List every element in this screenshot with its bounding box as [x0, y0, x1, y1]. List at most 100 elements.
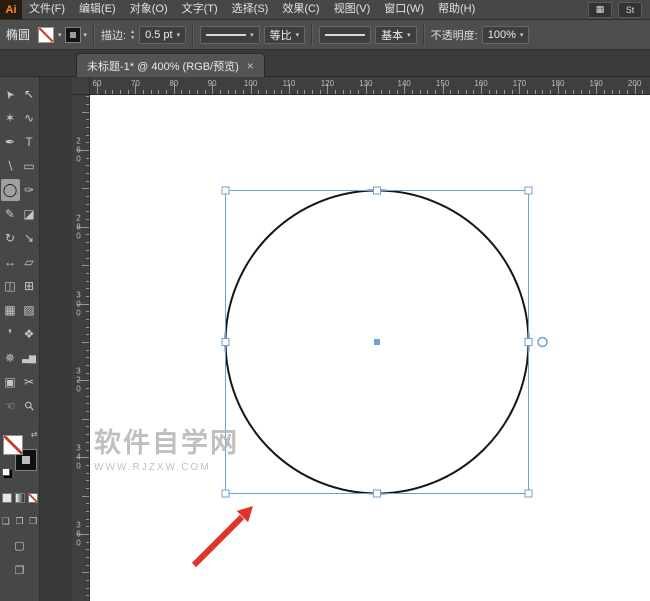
menu-edit[interactable]: 编辑(E)	[72, 0, 123, 19]
ruler-tick	[573, 90, 575, 94]
draw-normal-button[interactable]: ❏	[0, 515, 12, 527]
side-widget-circle[interactable]	[537, 336, 548, 348]
menu-view[interactable]: 视图(V)	[327, 0, 378, 19]
tool-shape-builder[interactable]: ◫	[1, 275, 20, 297]
app-logo-icon[interactable]: Ai	[0, 0, 22, 19]
ruler-tick	[427, 90, 429, 94]
tool-perspective-grid[interactable]: ⊞	[20, 275, 39, 297]
document-tab[interactable]: 未标题-1* @ 400% (RGB/预览) ×	[76, 53, 265, 77]
selection-handle[interactable]	[221, 338, 230, 346]
eyedropper-icon: ❜	[8, 327, 12, 341]
tool-hand[interactable]: ☜	[1, 395, 20, 417]
tool-artboard[interactable]: ▣	[1, 371, 20, 393]
draw-inside-button[interactable]: ❒	[27, 515, 39, 527]
tool-width[interactable]: ↔	[1, 251, 20, 273]
menu-effect[interactable]: 效果(C)	[275, 0, 326, 19]
ruler-tick	[465, 90, 467, 94]
default-fill-stroke-icon[interactable]	[1, 468, 10, 476]
menu-object[interactable]: 对象(O)	[123, 0, 175, 19]
stroke-weight-label: 描边:	[101, 29, 127, 42]
stepper-down-icon[interactable]: ▼	[130, 35, 135, 41]
tool-rotate[interactable]: ↻	[1, 227, 20, 249]
ruler-origin-corner[interactable]	[72, 77, 90, 95]
arrange-documents-icon[interactable]: ▦	[588, 1, 612, 18]
selection-handle[interactable]	[221, 489, 230, 498]
width-profile-preview	[206, 33, 247, 36]
ruler-tick	[86, 272, 89, 274]
tab-close-icon[interactable]: ×	[247, 59, 254, 73]
gradient-button[interactable]	[14, 493, 25, 503]
tool-lasso[interactable]: ∿	[20, 107, 39, 129]
selection-handle[interactable]	[524, 489, 533, 498]
width-profile-select[interactable]: ▾	[200, 25, 260, 44]
fill-swatch[interactable]	[2, 435, 23, 455]
vertical-ruler[interactable]: 260 280 300 320 340 360	[72, 95, 90, 601]
tool-line-segment[interactable]: ∖	[1, 155, 20, 177]
ruler-tick	[86, 595, 89, 597]
selection-handle[interactable]	[524, 186, 533, 195]
artboard-icon: ▣	[4, 375, 16, 389]
none-button[interactable]	[27, 493, 38, 503]
tool-magic-wand[interactable]: ✶	[1, 107, 20, 129]
ruler-tick	[86, 249, 89, 251]
selection-handle[interactable]	[524, 338, 533, 346]
stock-button[interactable]: St	[618, 1, 642, 18]
selection-handle[interactable]	[221, 186, 230, 195]
stroke-color-swatch[interactable]	[64, 26, 81, 43]
menu-type[interactable]: 文字(T)	[175, 0, 225, 19]
fill-chevron-icon[interactable]: ▾	[58, 31, 62, 39]
ruler-tick	[434, 90, 436, 94]
toolbar-extra-button[interactable]: ❐	[0, 564, 39, 577]
fill-color-swatch[interactable]	[38, 26, 55, 43]
profile-name-select[interactable]: 等比 ▾	[263, 25, 306, 44]
ruler-label: 180	[551, 79, 565, 88]
tool-pencil[interactable]: ✎	[1, 203, 20, 225]
menu-file[interactable]: 文件(F)	[22, 0, 72, 19]
tool-gradient[interactable]: ▨	[20, 299, 39, 321]
ruler-tick	[242, 90, 244, 94]
canvas[interactable]: 软件自学网 WWW.RJZXW.COM	[90, 95, 650, 601]
tool-type[interactable]: T	[20, 131, 39, 153]
ruler-tick	[158, 90, 160, 94]
brush-definition-select[interactable]: 基本 ▾	[375, 25, 417, 44]
tool-column-graph[interactable]: ▃▆	[20, 347, 39, 369]
brush-preview-select[interactable]	[319, 25, 372, 44]
color-button[interactable]	[1, 493, 12, 503]
ruler-tick	[86, 219, 89, 221]
control-bar: 椭圆 ▾ ▾ 描边: ▲ ▼ 0.5 pt ▾ ▾ 等比 ▾ 基本 ▾ 不透明度…	[0, 20, 650, 50]
tool-pen[interactable]: ✒	[1, 131, 20, 153]
tool-blend[interactable]: ❖	[20, 323, 39, 345]
tool-symbol-sprayer[interactable]: ✵	[1, 347, 20, 369]
draw-behind-button[interactable]: ❐	[14, 515, 26, 527]
tool-slice[interactable]: ✂	[20, 371, 39, 393]
stroke-chevron-icon[interactable]: ▾	[84, 31, 88, 39]
ruler-tick	[86, 464, 89, 466]
tool-direct-selection[interactable]: ↖	[20, 83, 39, 105]
tool-rectangle[interactable]: ▭	[20, 155, 39, 177]
center-point[interactable]	[374, 339, 380, 345]
paintbrush-icon: ✑	[23, 183, 35, 197]
stroke-weight-select[interactable]: 0.5 pt ▾	[139, 25, 187, 44]
tool-selection[interactable]: ➤	[1, 83, 20, 105]
document-tab-title: 未标题-1* @ 400% (RGB/预览)	[87, 60, 239, 73]
menu-select[interactable]: 选择(S)	[225, 0, 276, 19]
swap-fill-stroke-icon[interactable]: ⇄	[31, 430, 38, 439]
tool-ellipse[interactable]: ◯	[0, 179, 20, 201]
opacity-select[interactable]: 100% ▾	[481, 25, 530, 44]
ruler-tick	[388, 90, 390, 94]
symbol-sprayer-icon: ✵	[4, 351, 16, 365]
selection-handle[interactable]	[373, 489, 381, 498]
tool-eyedropper[interactable]: ❜	[1, 323, 20, 345]
horizontal-ruler[interactable]: 60 70 80 90 100 110 120 130 140 150 160 170 180 190 20…	[90, 77, 650, 95]
tool-mesh[interactable]: ▦	[1, 299, 20, 321]
tool-eraser[interactable]: ◪	[20, 203, 39, 225]
tool-scale[interactable]: ↘	[20, 227, 39, 249]
tool-free-transform[interactable]: ▱	[20, 251, 39, 273]
ruler-tick	[86, 103, 89, 105]
selection-handle[interactable]	[373, 186, 381, 195]
tool-paintbrush[interactable]: ✑	[20, 179, 39, 201]
menu-help[interactable]: 帮助(H)	[431, 0, 482, 19]
menu-window[interactable]: 窗口(W)	[377, 0, 431, 19]
tool-zoom[interactable]: ⚲	[20, 395, 39, 417]
screen-mode-button[interactable]: ▢	[0, 539, 39, 552]
